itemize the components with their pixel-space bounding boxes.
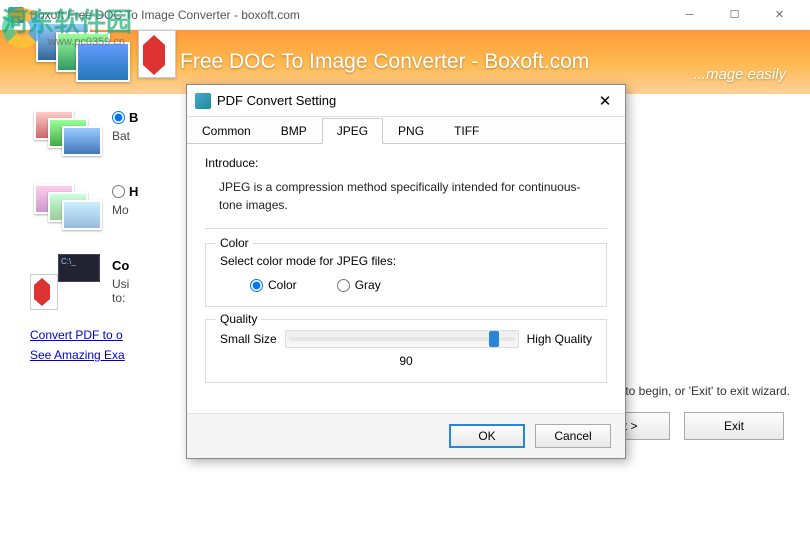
hot-radio[interactable]: H [112,184,138,199]
cmd-radio[interactable]: Co [112,258,129,273]
maximize-button[interactable]: ☐ [712,1,757,29]
quality-slider[interactable] [285,330,519,348]
quality-left-label: Small Size [220,332,277,346]
dialog-close-button[interactable]: ✕ [593,89,617,113]
introduce-text: JPEG is a compression method specificall… [205,178,607,214]
dialog-titlebar: PDF Convert Setting ✕ [187,85,625,117]
cmd-mode-icon [30,254,102,310]
tab-jpeg[interactable]: JPEG [322,118,383,144]
pdf-convert-settings-dialog: PDF Convert Setting ✕ Common BMP JPEG PN… [186,84,626,459]
tab-strip: Common BMP JPEG PNG TIFF [187,117,625,144]
tab-png[interactable]: PNG [383,118,439,144]
close-button[interactable]: ✕ [757,1,802,29]
color-legend: Color [216,236,253,250]
color-option-color[interactable]: Color [250,278,297,292]
tab-bmp[interactable]: BMP [266,118,322,144]
dialog-icon [195,93,211,109]
dialog-title: PDF Convert Setting [217,93,593,108]
hot-desc: Mo [112,203,138,217]
quality-legend: Quality [216,312,261,326]
watermark-text: 河东软件园 [2,2,202,39]
cancel-button[interactable]: Cancel [535,424,611,448]
batch-radio[interactable]: B [112,110,138,125]
quality-value: 90 [220,354,592,368]
color-fieldset: Color Select color mode for JPEG files: … [205,243,607,307]
quality-right-label: High Quality [527,332,592,346]
ok-button[interactable]: OK [449,424,525,448]
hero-subtitle: ...mage easily [693,66,786,83]
hot-mode-icon [30,180,102,236]
batch-desc: Bat [112,129,138,143]
cmd-desc: Usi to: [112,277,129,305]
introduce-label: Introduce: [205,156,607,170]
tab-tiff[interactable]: TIFF [439,118,494,144]
slider-thumb[interactable] [489,331,499,347]
exit-button[interactable]: Exit [684,412,784,440]
color-option-gray[interactable]: Gray [337,278,381,292]
hero-title: Free DOC To Image Converter - Boxoft.com [180,50,589,74]
minimize-button[interactable]: ─ [667,1,712,29]
color-sublabel: Select color mode for JPEG files: [220,254,592,268]
watermark-url: www.pc0359.cn [48,36,125,48]
quality-fieldset: Quality Small Size High Quality 90 [205,319,607,383]
batch-mode-icon [30,106,102,162]
watermark: 河东软件园 www.pc0359.cn [2,2,202,39]
tab-common[interactable]: Common [187,118,266,144]
